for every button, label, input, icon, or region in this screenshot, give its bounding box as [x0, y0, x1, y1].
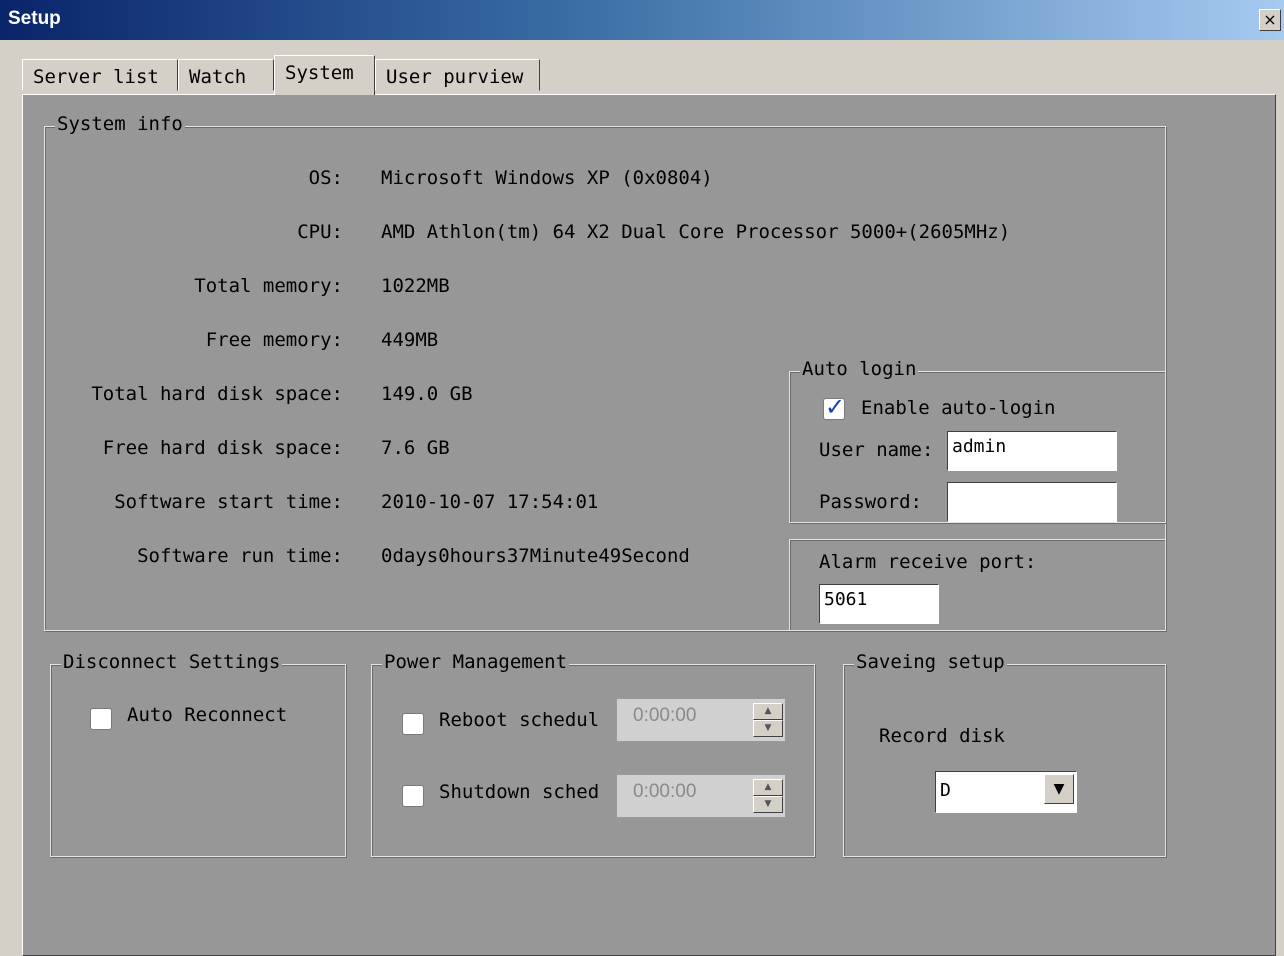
run-time-value: 0days0hours37Minute49Second: [381, 545, 690, 567]
cpu-label: CPU:: [297, 221, 343, 243]
alarm-port-input[interactable]: 5061: [819, 584, 939, 624]
saving-setup-title: Saveing setup: [854, 651, 1007, 673]
tab-label: System: [285, 62, 354, 84]
free-disk-label: Free hard disk space:: [102, 437, 343, 459]
total-memory-value: 1022MB: [381, 275, 450, 297]
shutdown-spin-up-icon[interactable]: ▲: [753, 779, 783, 796]
os-label: OS:: [308, 167, 343, 189]
reboot-schedule-label: Reboot schedul: [439, 709, 600, 731]
shutdown-schedule-checkbox[interactable]: [402, 785, 424, 807]
disconnect-settings-title: Disconnect Settings: [61, 651, 283, 673]
password-label: Password:: [819, 491, 922, 513]
window-title: Setup: [8, 8, 61, 29]
cpu-value: AMD Athlon(tm) 64 X2 Dual Core Processor…: [381, 221, 1011, 243]
tab-server-list[interactable]: Server list: [22, 59, 178, 91]
reboot-time-value: 0:00:00: [633, 705, 697, 726]
free-disk-value: 7.6 GB: [381, 437, 450, 459]
tab-watch[interactable]: Watch: [178, 59, 274, 91]
shutdown-time-value: 0:00:00: [633, 781, 697, 802]
enable-auto-login-label: Enable auto-login: [861, 397, 1056, 419]
auto-reconnect-checkbox[interactable]: [90, 708, 112, 730]
record-disk-value: D: [940, 780, 951, 801]
tab-system[interactable]: System: [274, 55, 375, 95]
free-memory-value: 449MB: [381, 329, 439, 351]
auto-login-title: Auto login: [800, 358, 919, 380]
close-button[interactable]: ×: [1259, 9, 1281, 31]
record-disk-label: Record disk: [879, 725, 1005, 747]
power-management-title: Power Management: [382, 651, 570, 673]
enable-auto-login-checkbox[interactable]: ✓: [823, 393, 845, 421]
chevron-down-icon[interactable]: ▼: [1044, 774, 1074, 804]
shutdown-schedule-label: Shutdown sched: [439, 781, 600, 803]
username-input[interactable]: admin: [947, 431, 1117, 471]
record-disk-select[interactable]: D ▼: [935, 771, 1077, 813]
shutdown-time-input[interactable]: 0:00:00 ▲ ▼: [616, 774, 786, 818]
start-time-value: 2010-10-07 17:54:01: [381, 491, 599, 513]
system-info-title: System info: [55, 113, 185, 135]
title-bar: Setup ×: [0, 0, 1284, 40]
tab-label: User purview: [386, 66, 524, 88]
total-disk-label: Total hard disk space:: [91, 383, 343, 405]
power-management-group: Power Management: [371, 651, 815, 857]
password-input[interactable]: [947, 482, 1117, 522]
tab-label: Watch: [189, 66, 247, 88]
total-memory-label: Total memory:: [194, 275, 343, 297]
shutdown-spin-down-icon[interactable]: ▼: [753, 796, 783, 813]
start-time-label: Software start time:: [114, 491, 343, 513]
tab-label: Server list: [33, 66, 159, 88]
saving-setup-group: Saveing setup: [843, 651, 1166, 857]
disconnect-settings-group: Disconnect Settings: [50, 651, 346, 857]
total-disk-value: 149.0 GB: [381, 383, 473, 405]
reboot-schedule-checkbox[interactable]: [402, 713, 424, 735]
free-memory-label: Free memory:: [205, 329, 343, 351]
os-value: Microsoft Windows XP (0x0804): [381, 167, 713, 189]
tab-panel-system: System info OS: Microsoft Windows XP (0x…: [22, 94, 1276, 956]
username-label: User name:: [819, 439, 934, 461]
username-value: admin: [952, 436, 1007, 457]
run-time-label: Software run time:: [137, 545, 343, 567]
reboot-spin-up-icon[interactable]: ▲: [753, 703, 783, 720]
reboot-time-input[interactable]: 0:00:00 ▲ ▼: [616, 698, 786, 742]
auto-reconnect-label: Auto Reconnect: [127, 704, 288, 726]
alarm-port-label: Alarm receive port:: [819, 551, 1037, 573]
reboot-spin-down-icon[interactable]: ▼: [753, 720, 783, 737]
checkmark-icon: ✓: [825, 393, 846, 421]
alarm-port-value: 5061: [824, 589, 868, 610]
tab-user-purview[interactable]: User purview: [375, 59, 540, 91]
